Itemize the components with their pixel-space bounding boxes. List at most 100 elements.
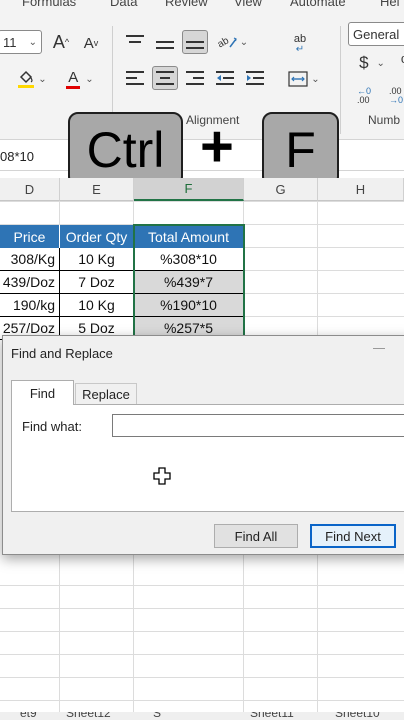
align-bottom-button[interactable] (182, 30, 208, 54)
menu-tab-data[interactable]: Data (110, 0, 137, 9)
tab-replace-label: Replace (82, 387, 130, 402)
formula-bar-text: 08*10 (0, 149, 34, 164)
shrink-font-button[interactable]: Av (80, 33, 102, 53)
svg-text:ab: ab (216, 35, 231, 50)
menu-tab-view[interactable]: View (234, 0, 262, 9)
align-center-button[interactable] (152, 66, 178, 90)
column-header-h[interactable]: H (318, 178, 404, 201)
ctrl-key-overlay: Ctrl (68, 112, 183, 187)
cell-price[interactable]: 190/kg (0, 294, 60, 317)
cell-price[interactable]: 439/Doz (0, 271, 60, 294)
gridline (0, 700, 404, 701)
decrease-indent-icon (216, 71, 234, 85)
sheet-tab[interactable]: Sheet10 (335, 712, 380, 720)
fill-color-button[interactable]: ⌄ (14, 68, 50, 90)
sheet-tab[interactable]: et9 (20, 712, 37, 720)
tab-find-label: Find (29, 385, 56, 401)
sheet-tab[interactable]: Sheet12 (66, 712, 111, 720)
ribbon-separator (340, 26, 341, 134)
header-cell-order-qty[interactable]: Order Qty (60, 225, 134, 248)
gridline (0, 201, 404, 202)
find-what-label: Find what: (22, 419, 82, 434)
dialog-title: Find and Replace (11, 346, 113, 361)
chevron-down-icon: ⌄ (85, 73, 94, 85)
number-format-value: General (353, 26, 400, 42)
chevron-down-icon: ⌄ (38, 73, 47, 85)
column-header-f[interactable]: F (134, 178, 244, 201)
cell-total[interactable]: %439*7 (134, 271, 244, 294)
paint-bucket-icon (18, 70, 35, 88)
gridline (0, 608, 404, 609)
minimize-icon[interactable] (373, 348, 385, 349)
grow-font-button[interactable]: A ^ (50, 32, 72, 52)
number-format-select[interactable]: General (348, 22, 404, 46)
cell-qty[interactable]: 7 Doz (60, 271, 134, 294)
f-key-overlay: F (262, 112, 339, 187)
font-color-icon: A (66, 70, 81, 89)
orientation-icon: ab (216, 35, 237, 50)
cell-total[interactable]: %190*10 (134, 294, 244, 317)
menu-tab-help[interactable]: Hel (380, 0, 400, 9)
align-left-icon (126, 71, 144, 85)
column-header-g[interactable]: G (244, 178, 318, 201)
cell-qty[interactable]: 10 Kg (60, 294, 134, 317)
find-all-button[interactable]: Find All (214, 524, 298, 548)
shrink-font-glyph: A (83, 34, 94, 52)
increase-decimal-button[interactable]: ←0.00 (352, 84, 376, 108)
gridline (0, 677, 404, 678)
tab-find[interactable]: Find (11, 380, 74, 405)
sheet-tab[interactable]: Sheet11 (250, 712, 294, 720)
align-center-icon (156, 71, 174, 85)
orientation-button[interactable]: ab ⌄ (214, 32, 250, 52)
tab-replace[interactable]: Replace (75, 383, 137, 405)
find-what-input[interactable] (112, 414, 404, 437)
column-header-d[interactable]: D (0, 178, 60, 201)
cell-price[interactable]: 308/Kg (0, 248, 60, 271)
sheet-tab[interactable]: S (153, 712, 161, 720)
increase-indent-button[interactable] (244, 68, 266, 88)
currency-icon: $ (359, 53, 369, 72)
cell-qty[interactable]: 10 Kg (60, 248, 134, 271)
align-middle-button[interactable] (154, 32, 176, 52)
increase-indent-icon (246, 71, 264, 85)
font-size-select[interactable]: 11 ⌄ (0, 30, 42, 54)
header-cell-total-amount[interactable]: Total Amount (134, 225, 244, 248)
align-bottom-icon (186, 35, 204, 49)
move-cursor-icon (153, 467, 171, 485)
align-middle-icon (156, 35, 174, 49)
grow-font-glyph: A (52, 31, 65, 52)
percent-button[interactable]: % (398, 52, 404, 74)
gridline (0, 585, 404, 586)
f-key-label: F (285, 121, 316, 178)
menu-tab-formulas[interactable]: Formulas (22, 0, 76, 9)
plus-sign: + (200, 114, 234, 179)
chevron-down-icon: ⌄ (376, 57, 385, 69)
ctrl-key-label: Ctrl (86, 121, 165, 178)
align-left-button[interactable] (124, 68, 146, 88)
decrease-decimal-button[interactable]: .00 →0 (384, 84, 404, 108)
find-panel: Find what: (11, 404, 404, 512)
find-replace-dialog: Find and Replace Find Replace Find what:… (2, 335, 404, 555)
merge-center-button[interactable]: ⌄ (286, 68, 322, 90)
increase-decimal-icon: ←0.00 (356, 86, 371, 105)
merge-center-icon (288, 71, 308, 87)
cell-total[interactable]: %308*10 (134, 248, 244, 271)
gridline (0, 631, 404, 632)
align-right-button[interactable] (184, 68, 206, 88)
chevron-down-icon: ⌄ (311, 73, 320, 85)
menu-tab-automate[interactable]: Automate (290, 0, 346, 9)
font-size-value: 11 (3, 34, 17, 50)
align-right-icon (186, 71, 204, 85)
currency-button[interactable]: $ ⌄ (352, 52, 392, 74)
menu-tab-review[interactable]: Review (165, 0, 208, 9)
font-color-button[interactable]: A ⌄ (62, 67, 98, 91)
find-next-button[interactable]: Find Next (310, 524, 396, 548)
sheet-tabs: et9 Sheet12 S Sheet11 Sheet10 (0, 712, 404, 720)
decrease-indent-button[interactable] (214, 68, 236, 88)
wrap-text-button[interactable]: ab ↵ (288, 32, 312, 56)
column-header-e[interactable]: E (60, 178, 134, 201)
header-cell-price[interactable]: Price (0, 225, 60, 248)
chevron-down-icon: ⌄ (28, 36, 37, 48)
align-top-button[interactable] (124, 32, 146, 52)
caret-up-icon: ^ (64, 37, 70, 47)
